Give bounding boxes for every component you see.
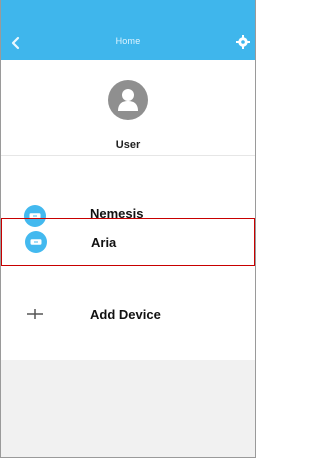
gear-icon bbox=[236, 35, 250, 49]
add-device-label: Add Device bbox=[90, 307, 161, 322]
device-label: Aria bbox=[91, 235, 117, 250]
avatar[interactable] bbox=[108, 80, 148, 120]
air-conditioner-icon bbox=[24, 230, 48, 254]
separator bbox=[1, 155, 255, 156]
add-device-button[interactable]: Add Device bbox=[1, 291, 255, 339]
top-header: Home bbox=[1, 0, 255, 60]
profile-section: User bbox=[1, 60, 255, 155]
username: User bbox=[115, 139, 141, 151]
user-icon bbox=[118, 89, 138, 111]
main-content: User Nemesis Aria Add Device bbox=[1, 60, 255, 457]
empty-area bbox=[1, 360, 255, 457]
settings-button[interactable] bbox=[235, 34, 251, 50]
header-title: Home bbox=[115, 36, 141, 46]
plus-icon bbox=[23, 302, 47, 326]
app-screen: Home User Nemesis Aria Add Device bbox=[0, 0, 256, 458]
device-row-aria[interactable]: Aria bbox=[1, 218, 255, 266]
